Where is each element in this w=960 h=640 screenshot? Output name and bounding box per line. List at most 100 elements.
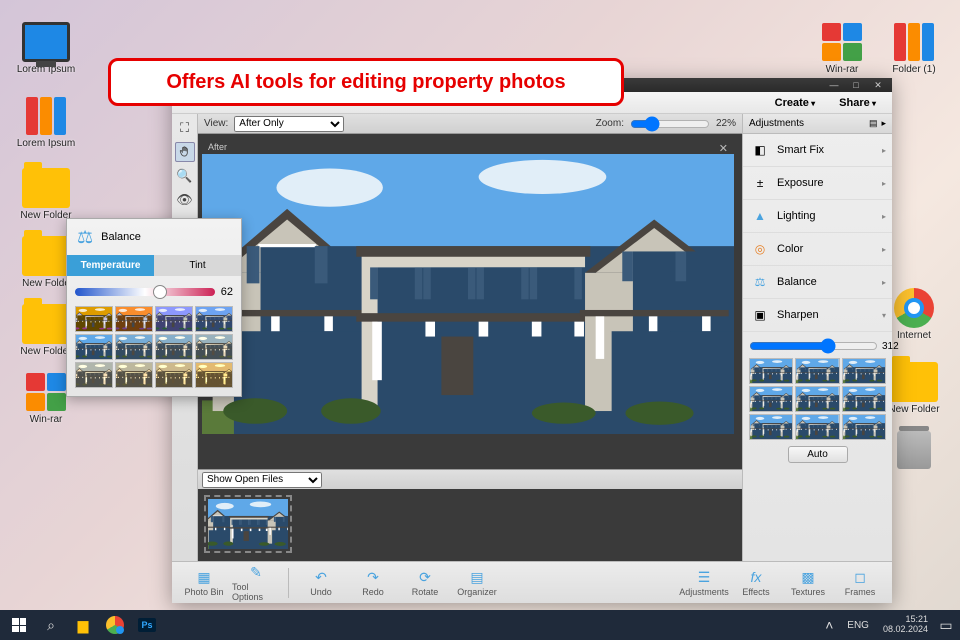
monitor-icon (22, 22, 70, 62)
adjustments-icon: ☰ (698, 569, 711, 585)
preset-thumb[interactable] (749, 414, 793, 440)
eye-tool-icon[interactable]: 👁 (175, 190, 195, 210)
adjustments-panel: Adjustments ▤ ▸ ◧Smart Fix▸ ±Exposure▸ ▲… (742, 114, 892, 561)
start-button[interactable] (4, 610, 34, 640)
preset-thumb[interactable] (749, 386, 793, 412)
preset-thumb[interactable] (795, 386, 839, 412)
undo-button[interactable]: ↶Undo (297, 569, 345, 597)
preset-thumb[interactable] (195, 306, 233, 332)
panel-collapse-icon[interactable]: ▸ (881, 118, 886, 129)
preset-thumb[interactable] (842, 358, 886, 384)
icon-label: Folder (1) (884, 64, 944, 75)
search-button[interactable]: ⌕ (36, 610, 66, 640)
desktop-icon-binders[interactable]: Lorem Ipsum (16, 96, 76, 149)
photo-bin-button[interactable]: ▦Photo Bin (180, 569, 228, 597)
preset-thumb[interactable] (795, 414, 839, 440)
frames-tab-button[interactable]: ◻Frames (836, 569, 884, 597)
desktop-icon-folder[interactable]: New Folder (16, 168, 76, 221)
tab-tint[interactable]: Tint (154, 255, 241, 276)
preset-thumb[interactable] (115, 334, 153, 360)
desktop-icon-trash[interactable] (884, 430, 944, 472)
preset-thumb[interactable] (195, 362, 233, 388)
icon-label: Lorem Ipsum (16, 138, 76, 149)
preset-thumb[interactable] (155, 334, 193, 360)
preset-thumb[interactable] (155, 306, 193, 332)
sharpen-slider[interactable] (749, 338, 878, 354)
folder-icon (890, 362, 938, 402)
folder-icon: ▆ (78, 617, 89, 634)
temperature-slider[interactable] (75, 288, 215, 296)
chrome-icon (894, 288, 934, 328)
language-indicator[interactable]: ENG (841, 620, 875, 631)
annotation-callout: Offers AI tools for editing property pho… (108, 58, 624, 106)
auto-button[interactable]: Auto (788, 446, 848, 463)
zoom-tool-icon[interactable]: 🔍 (175, 166, 195, 186)
minimize-button[interactable]: — (826, 80, 842, 90)
chrome-taskbar-button[interactable] (100, 610, 130, 640)
zoom-slider[interactable] (630, 116, 710, 132)
preset-thumb[interactable] (115, 362, 153, 388)
windows-icon (12, 618, 26, 632)
close-image-icon[interactable]: ✕ (719, 142, 728, 155)
hand-tool-icon[interactable] (175, 142, 195, 162)
preset-thumb[interactable] (115, 306, 153, 332)
desktop-icon-winrar[interactable]: Win-rar (812, 22, 872, 75)
balance-header: ⚖ Balance (67, 219, 241, 255)
desktop-icon-monitor[interactable]: Lorem Ipsum (16, 22, 76, 75)
icon-label: Win-rar (16, 414, 76, 425)
preset-thumb[interactable] (75, 334, 113, 360)
adjustment-exposure[interactable]: ±Exposure▸ (743, 167, 892, 200)
effects-icon: fx (751, 569, 762, 585)
tool-options-button[interactable]: ✎Tool Options (232, 564, 280, 602)
taskbar-clock[interactable]: 15:21 08.02.2024 (877, 615, 934, 635)
rotate-button[interactable]: ⟳Rotate (401, 569, 449, 597)
explorer-button[interactable]: ▆ (68, 610, 98, 640)
adjustment-lighting[interactable]: ▲Lighting▸ (743, 200, 892, 233)
balance-icon: ⚖ (77, 227, 93, 248)
adjustments-tab-button[interactable]: ☰Adjustments (680, 569, 728, 597)
preset-thumb[interactable] (795, 358, 839, 384)
adjustment-balance[interactable]: ⚖Balance▸ (743, 266, 892, 299)
zoom-label: Zoom: (596, 118, 624, 129)
desktop-icon-binders[interactable]: Folder (1) (884, 22, 944, 75)
image-canvas[interactable]: After ✕ (198, 134, 742, 434)
adjustment-color[interactable]: ◎Color▸ (743, 233, 892, 266)
preset-thumb[interactable] (749, 358, 793, 384)
preset-thumb[interactable] (155, 362, 193, 388)
view-label: View: (204, 118, 228, 129)
color-icon: ◎ (749, 239, 771, 259)
preset-thumb[interactable] (75, 362, 113, 388)
notifications-button[interactable]: ▭ (936, 610, 956, 640)
panel-menu-icon[interactable]: ▤ (869, 118, 878, 129)
close-button[interactable]: ✕ (870, 80, 886, 90)
maximize-button[interactable]: □ (848, 80, 864, 90)
preset-thumb[interactable] (842, 386, 886, 412)
redo-button[interactable]: ↷Redo (349, 569, 397, 597)
smartfix-icon: ◧ (749, 140, 771, 160)
sharpen-preset-grid (749, 358, 886, 440)
preset-thumb[interactable] (75, 306, 113, 332)
tray-expand[interactable]: ˄ (819, 610, 839, 640)
tab-temperature[interactable]: Temperature (67, 255, 154, 276)
view-mode-select[interactable]: After Only (234, 116, 344, 132)
zoom-value: 22% (716, 118, 736, 129)
balance-icon: ⚖ (749, 272, 771, 292)
canvas-area: View: After Only Zoom: 22% After ✕ Show … (198, 114, 742, 561)
photoshop-taskbar-button[interactable]: Ps (132, 610, 162, 640)
organizer-icon: ▤ (470, 569, 483, 585)
create-menu[interactable]: Create (767, 95, 824, 111)
adjustment-smart-fix[interactable]: ◧Smart Fix▸ (743, 134, 892, 167)
slider-knob[interactable] (153, 285, 167, 299)
preset-thumb[interactable] (195, 334, 233, 360)
expand-tool-icon[interactable]: ⛶ (175, 118, 195, 138)
desktop-icon-chrome[interactable]: Internet (884, 288, 944, 341)
preset-thumb[interactable] (842, 414, 886, 440)
share-menu[interactable]: Share (831, 95, 884, 111)
photo-bin-thumb[interactable] (204, 495, 292, 553)
organizer-button[interactable]: ▤Organizer (453, 569, 501, 597)
textures-tab-button[interactable]: ▩Textures (784, 569, 832, 597)
adjustment-sharpen[interactable]: ▣Sharpen▾ (743, 299, 892, 332)
effects-tab-button[interactable]: fxEffects (732, 569, 780, 597)
desktop-icon-folder[interactable]: New Folder (884, 362, 944, 415)
open-files-select[interactable]: Show Open Files (202, 472, 322, 488)
